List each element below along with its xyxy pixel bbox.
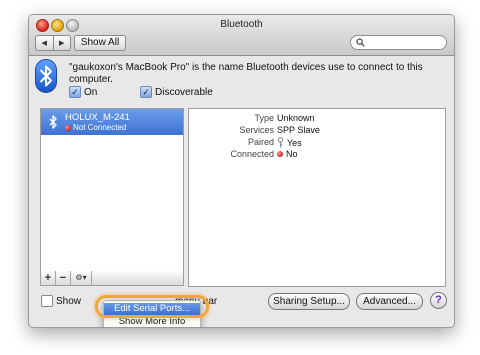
gear-menu-button[interactable]: ⚙▾ <box>71 271 92 285</box>
sharing-setup-button[interactable]: Sharing Setup... <box>268 293 350 310</box>
info-label: Services <box>239 125 274 135</box>
info-value: Unknown <box>277 113 315 123</box>
bluetooth-icon <box>35 59 57 93</box>
device-status-text: Not Connected <box>73 123 127 132</box>
info-label: Type <box>254 113 274 123</box>
device-status: Not Connected <box>65 123 126 132</box>
title-bar: Bluetooth ◀ ▶ Show All <box>29 15 454 56</box>
checkbox-checkmark: ✓ <box>140 86 152 98</box>
on-checkbox[interactable]: ✓ On <box>69 86 97 98</box>
show-all-button[interactable]: Show All <box>74 35 126 51</box>
search-icon <box>356 38 365 47</box>
device-list[interactable]: HOLUX_M-241 Not Connected <box>40 108 184 272</box>
info-row-type: Type Unknown <box>189 113 445 125</box>
info-row-connected: Connected No <box>189 149 445 161</box>
forward-button[interactable]: ▶ <box>52 36 71 50</box>
key-icon <box>277 137 284 148</box>
discoverable-label: Discoverable <box>155 86 213 98</box>
info-value-connected: No <box>277 149 298 159</box>
info-row-services: Services SPP Slave <box>189 125 445 137</box>
checkbox-checkmark: ✓ <box>69 86 81 98</box>
back-forward-control: ◀ ▶ <box>35 35 71 51</box>
discoverable-checkbox[interactable]: ✓ Discoverable <box>140 86 213 98</box>
paired-value: Yes <box>287 137 302 148</box>
bluetooth-preferences-window: Bluetooth ◀ ▶ Show All "gaukoxon's MacBo… <box>28 14 455 328</box>
bluetooth-name-message: "gaukoxon's MacBook Pro" is the name Blu… <box>69 62 423 85</box>
window-title: Bluetooth <box>220 19 263 30</box>
device-info-panel: Type Unknown Services SPP Slave Paired Y… <box>188 108 446 287</box>
info-value: SPP Slave <box>277 125 320 135</box>
status-dot-icon <box>65 124 71 131</box>
info-value-paired: Yes <box>277 137 302 148</box>
device-name: HOLUX_M-241 <box>65 112 130 123</box>
show-in-menu-bar-checkbox[interactable]: Show <box>41 295 81 307</box>
highlight-ring <box>95 295 209 318</box>
connected-value: No <box>286 149 298 159</box>
show-label: Show <box>56 295 82 307</box>
search-field[interactable] <box>350 35 447 50</box>
back-button[interactable]: ◀ <box>36 36 53 50</box>
advanced-button[interactable]: Advanced... <box>356 293 423 310</box>
remove-device-button[interactable]: − <box>56 271 71 285</box>
status-dot-icon <box>277 151 283 157</box>
info-label: Connected <box>230 149 274 159</box>
device-list-toolbar: + − ⚙▾ <box>40 271 184 286</box>
info-row-paired: Paired Yes <box>189 137 445 149</box>
add-device-button[interactable]: + <box>41 271 56 285</box>
checkbox-box <box>41 295 53 307</box>
help-icon[interactable]: ? <box>430 292 447 309</box>
device-row-holux[interactable]: HOLUX_M-241 Not Connected <box>41 109 183 135</box>
info-label: Paired <box>247 137 274 147</box>
bluetooth-device-icon <box>49 115 57 129</box>
on-label: On <box>84 86 98 98</box>
